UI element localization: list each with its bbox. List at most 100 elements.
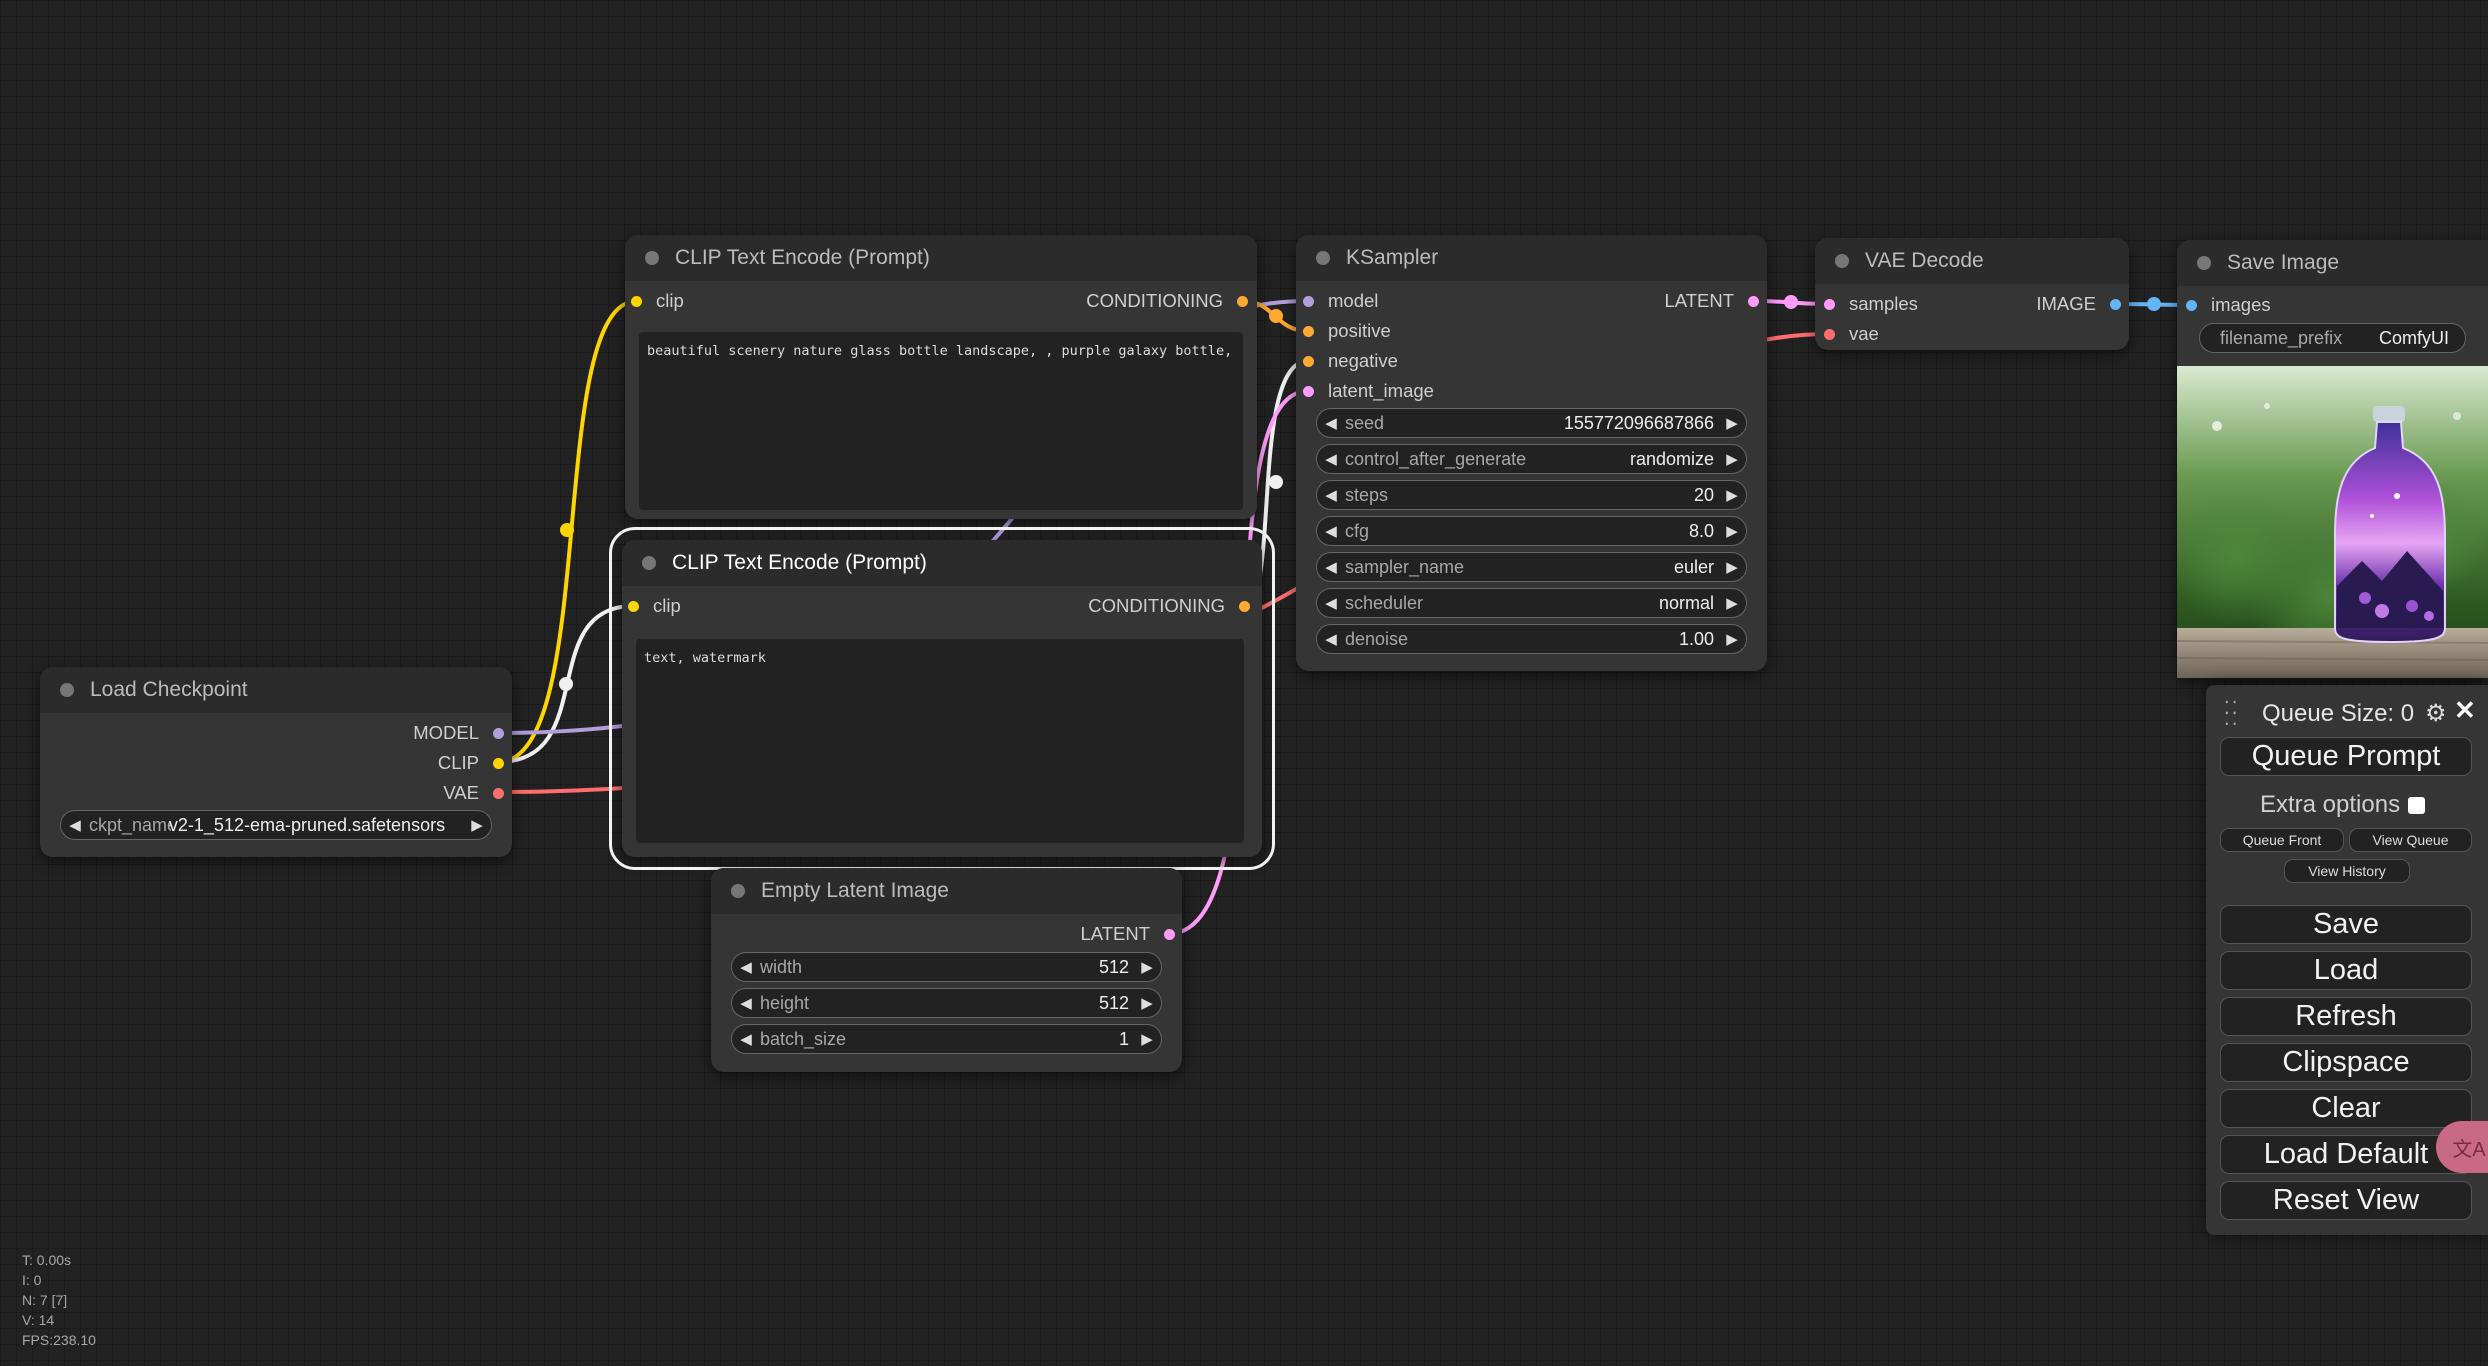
output-slot-latent[interactable]: LATENT [1080,919,1175,949]
widget-steps[interactable]: ◀ steps 20 ▶ [1316,480,1747,510]
decrement-arrow-icon[interactable]: ◀ [1317,522,1345,540]
save-button[interactable]: Save [2220,905,2472,944]
slot-dot-icon[interactable] [1303,295,1314,307]
load-default-button[interactable]: Load Default [2220,1135,2472,1174]
slot-dot-icon[interactable] [631,295,642,307]
decrement-arrow-icon[interactable]: ◀ [61,816,89,834]
collapse-dot-icon[interactable] [1316,251,1330,265]
node-ksampler[interactable]: KSampler model positive negative latent_… [1296,235,1767,671]
widget-sampler-name[interactable]: ◀ sampler_name euler ▶ [1316,552,1747,582]
increment-arrow-icon[interactable]: ▶ [1718,594,1746,612]
increment-arrow-icon[interactable]: ▶ [1718,558,1746,576]
output-slot-vae[interactable]: VAE [443,778,504,808]
slot-dot-icon[interactable] [1303,325,1314,337]
slot-dot-icon[interactable] [1303,385,1314,397]
collapse-dot-icon[interactable] [1835,254,1849,268]
widget-filename-prefix[interactable]: filename_prefix ComfyUI [2199,323,2466,353]
collapse-dot-icon[interactable] [2197,256,2211,270]
output-slot-image[interactable]: IMAGE [2036,289,2121,319]
input-slot-clip[interactable]: clip [628,591,681,621]
increment-arrow-icon[interactable]: ▶ [1718,486,1746,504]
drag-handle-icon[interactable]: ⁚⁚ ⁚⁚ [2224,699,2237,728]
collapse-dot-icon[interactable] [731,884,745,898]
increment-arrow-icon[interactable]: ▶ [1718,414,1746,432]
input-slot-negative[interactable]: negative [1303,346,1398,376]
decrement-arrow-icon[interactable]: ◀ [732,1030,760,1048]
slot-dot-icon[interactable] [493,757,504,769]
decrement-arrow-icon[interactable]: ◀ [732,958,760,976]
slot-dot-icon[interactable] [2110,298,2121,310]
decrement-arrow-icon[interactable]: ◀ [1317,594,1345,612]
input-slot-images[interactable]: images [2186,290,2271,320]
decrement-arrow-icon[interactable]: ◀ [732,994,760,1012]
queue-front-button[interactable]: Queue Front [2220,828,2344,852]
increment-arrow-icon[interactable]: ▶ [1718,450,1746,468]
slot-dot-icon[interactable] [493,787,504,799]
input-slot-model[interactable]: model [1303,286,1378,316]
translate-icon[interactable]: 文A [2436,1121,2488,1173]
slot-dot-icon[interactable] [1239,600,1250,612]
increment-arrow-icon[interactable]: ▶ [1133,958,1161,976]
load-button[interactable]: Load [2220,951,2472,990]
increment-arrow-icon[interactable]: ▶ [1133,994,1161,1012]
close-icon[interactable]: ✕ [2454,695,2476,726]
collapse-dot-icon[interactable] [645,251,659,265]
slot-dot-icon[interactable] [493,727,504,739]
widget-ckpt-name[interactable]: ◀ ckpt_name v2-1_512-ema-pruned.safetens… [60,810,492,840]
slot-dot-icon[interactable] [1824,328,1835,340]
node-clip-text-encode-positive[interactable]: CLIP Text Encode (Prompt) clip CONDITION… [625,235,1257,519]
clipspace-button[interactable]: Clipspace [2220,1043,2472,1082]
decrement-arrow-icon[interactable]: ◀ [1317,486,1345,504]
queue-prompt-button[interactable]: Queue Prompt [2220,737,2472,776]
slot-dot-icon[interactable] [1748,295,1759,307]
widget-batch-size[interactable]: ◀ batch_size 1 ▶ [731,1024,1162,1054]
view-history-button[interactable]: View History [2284,859,2410,883]
input-slot-clip[interactable]: clip [631,286,684,316]
decrement-arrow-icon[interactable]: ◀ [1317,450,1345,468]
view-queue-button[interactable]: View Queue [2349,828,2472,852]
clear-button[interactable]: Clear [2220,1089,2472,1128]
input-slot-positive[interactable]: positive [1303,316,1391,346]
increment-arrow-icon[interactable]: ▶ [1718,630,1746,648]
output-slot-conditioning[interactable]: CONDITIONING [1088,591,1250,621]
input-slot-vae[interactable]: vae [1824,319,1879,349]
input-slot-latent-image[interactable]: latent_image [1303,376,1434,406]
refresh-button[interactable]: Refresh [2220,997,2472,1036]
node-save-image[interactable]: Save Image images filename_prefix ComfyU… [2177,240,2488,678]
prompt-textarea[interactable]: text, watermark [636,639,1244,843]
widget-control-after-generate[interactable]: ◀ control_after_generate randomize ▶ [1316,444,1747,474]
output-slot-model[interactable]: MODEL [413,718,504,748]
prompt-textarea[interactable]: beautiful scenery nature glass bottle la… [639,332,1243,510]
node-load-checkpoint[interactable]: Load Checkpoint MODEL CLIP VAE ◀ ckpt_na… [40,667,512,857]
increment-arrow-icon[interactable]: ▶ [1133,1030,1161,1048]
widget-seed[interactable]: ◀ seed 155772096687866 ▶ [1316,408,1747,438]
node-empty-latent-image[interactable]: Empty Latent Image LATENT ◀ width 512 ▶ … [711,868,1182,1072]
extra-options-checkbox[interactable] [2408,796,2426,814]
node-vae-decode[interactable]: VAE Decode samples vae IMAGE [1815,238,2129,350]
output-slot-conditioning[interactable]: CONDITIONING [1086,286,1248,316]
output-slot-latent[interactable]: LATENT [1664,286,1759,316]
decrement-arrow-icon[interactable]: ◀ [1317,414,1345,432]
node-clip-text-encode-negative[interactable]: CLIP Text Encode (Prompt) clip CONDITION… [609,527,1275,870]
collapse-dot-icon[interactable] [60,683,74,697]
decrement-arrow-icon[interactable]: ◀ [1317,630,1345,648]
widget-scheduler[interactable]: ◀ scheduler normal ▶ [1316,588,1747,618]
reset-view-button[interactable]: Reset View [2220,1181,2472,1220]
slot-dot-icon[interactable] [1237,295,1248,307]
increment-arrow-icon[interactable]: ▶ [1718,522,1746,540]
widget-width[interactable]: ◀ width 512 ▶ [731,952,1162,982]
slot-dot-icon[interactable] [2186,299,2197,311]
increment-arrow-icon[interactable]: ▶ [463,816,491,834]
widget-cfg[interactable]: ◀ cfg 8.0 ▶ [1316,516,1747,546]
slot-dot-icon[interactable] [1303,355,1314,367]
input-slot-samples[interactable]: samples [1824,289,1918,319]
slot-dot-icon[interactable] [1824,298,1835,310]
decrement-arrow-icon[interactable]: ◀ [1317,558,1345,576]
preview-image[interactable] [2177,366,2488,678]
settings-gear-icon[interactable]: ⚙ [2425,699,2447,728]
widget-denoise[interactable]: ◀ denoise 1.00 ▶ [1316,624,1747,654]
slot-dot-icon[interactable] [1164,928,1175,940]
slot-dot-icon[interactable] [628,600,639,612]
output-slot-clip[interactable]: CLIP [438,748,504,778]
widget-height[interactable]: ◀ height 512 ▶ [731,988,1162,1018]
